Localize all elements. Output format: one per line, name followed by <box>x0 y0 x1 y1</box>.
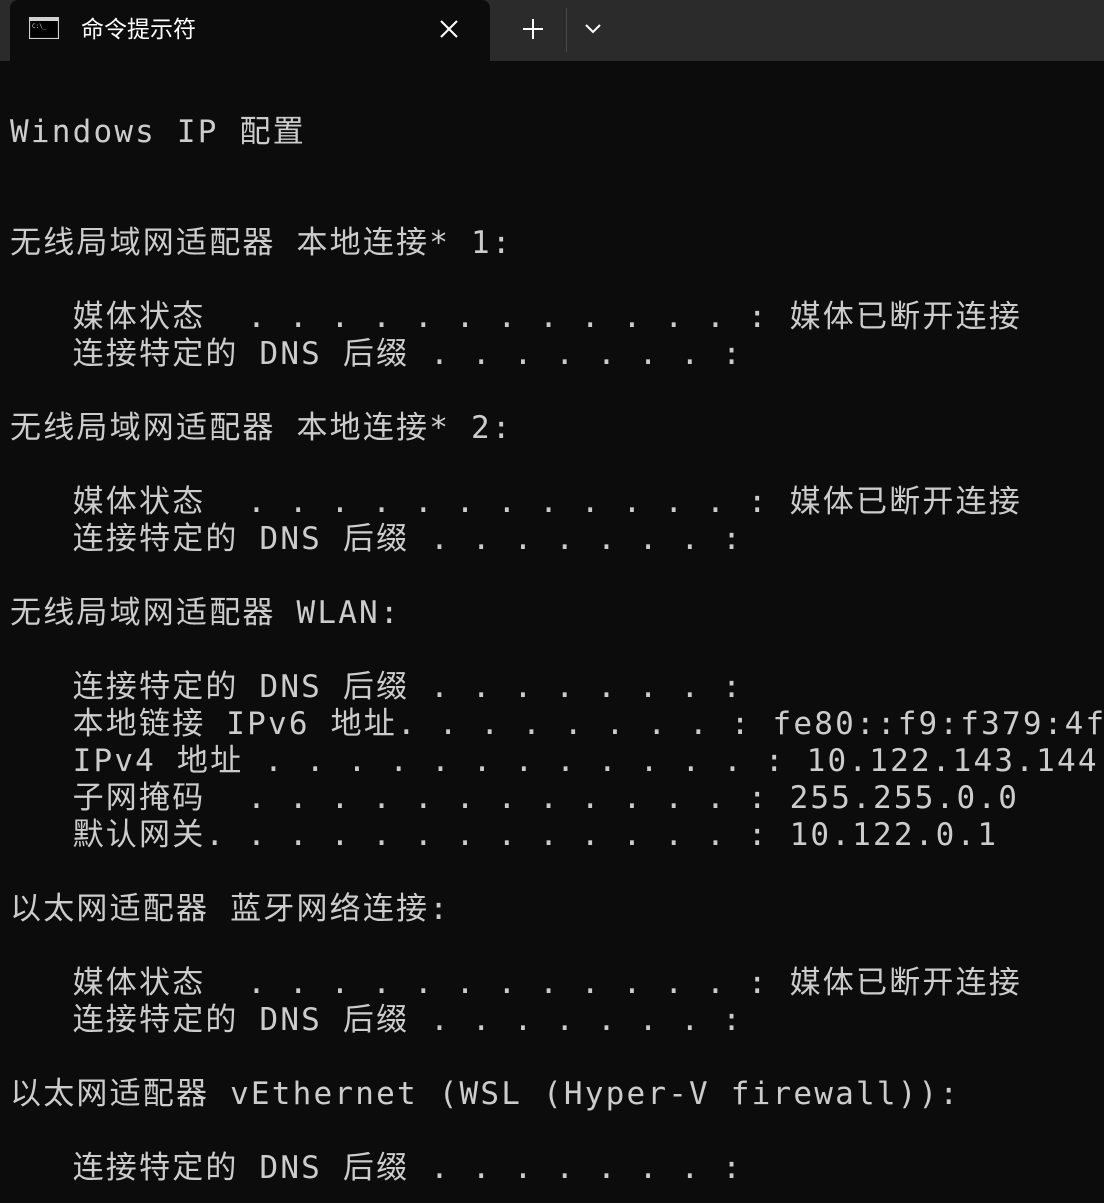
terminal-line: 连接特定的 DNS 后缀 . . . . . . . : <box>10 521 744 557</box>
tab-command-prompt[interactable]: C:\_ 命令提示符 <box>10 0 490 61</box>
terminal-line: Windows IP 配置 <box>10 114 306 150</box>
terminal-line: 以太网适配器 vEthernet (WSL (Hyper-V firewall)… <box>10 1076 961 1112</box>
tab-title: 命令提示符 <box>81 17 196 43</box>
terminal-line: 无线局域网适配器 本地连接* 2: <box>10 410 513 446</box>
terminal-output[interactable]: Windows IP 配置无线局域网适配器 本地连接* 1: 媒体状态 . . … <box>0 61 1104 1203</box>
terminal-line: 无线局域网适配器 本地连接* 1: <box>10 225 513 261</box>
terminal-line: 连接特定的 DNS 后缀 . . . . . . . : <box>10 1150 744 1186</box>
terminal-line: 连接特定的 DNS 后缀 . . . . . . . : <box>10 1002 744 1038</box>
cmd-icon: C:\_ <box>29 17 59 39</box>
terminal-line: 连接特定的 DNS 后缀 . . . . . . . : <box>10 336 744 372</box>
title-bar: C:\_ 命令提示符 <box>0 0 1104 61</box>
new-tab-plus-icon[interactable] <box>515 14 551 44</box>
terminal-line: 媒体状态 . . . . . . . . . . . . : 媒体已断开连接 <box>10 965 1022 1001</box>
terminal-line: 本地链接 IPv6 地址. . . . . . . . : fe80::f9:f… <box>10 706 1104 742</box>
terminal-line: IPv4 地址 . . . . . . . . . . . . : 10.122… <box>10 743 1099 779</box>
terminal-line: 媒体状态 . . . . . . . . . . . . : 媒体已断开连接 <box>10 484 1022 520</box>
terminal-text: Windows IP 配置无线局域网适配器 本地连接* 1: 媒体状态 . . … <box>10 114 1104 1187</box>
terminal-line: 子网掩码 . . . . . . . . . . . . : 255.255.0… <box>10 780 1020 816</box>
tab-separator <box>566 8 567 52</box>
terminal-line: 无线局域网适配器 WLAN: <box>10 595 401 631</box>
terminal-line: 以太网适配器 蓝牙网络连接: <box>10 891 451 927</box>
svg-text:C:\_: C:\_ <box>32 23 47 30</box>
terminal-line: 连接特定的 DNS 后缀 . . . . . . . : <box>10 669 744 705</box>
close-icon[interactable] <box>435 15 463 43</box>
terminal-line: 媒体状态 . . . . . . . . . . . . : 媒体已断开连接 <box>10 299 1022 335</box>
chevron-down-icon[interactable] <box>578 14 608 44</box>
terminal-line: 默认网关. . . . . . . . . . . . . : 10.122.0… <box>10 817 999 853</box>
